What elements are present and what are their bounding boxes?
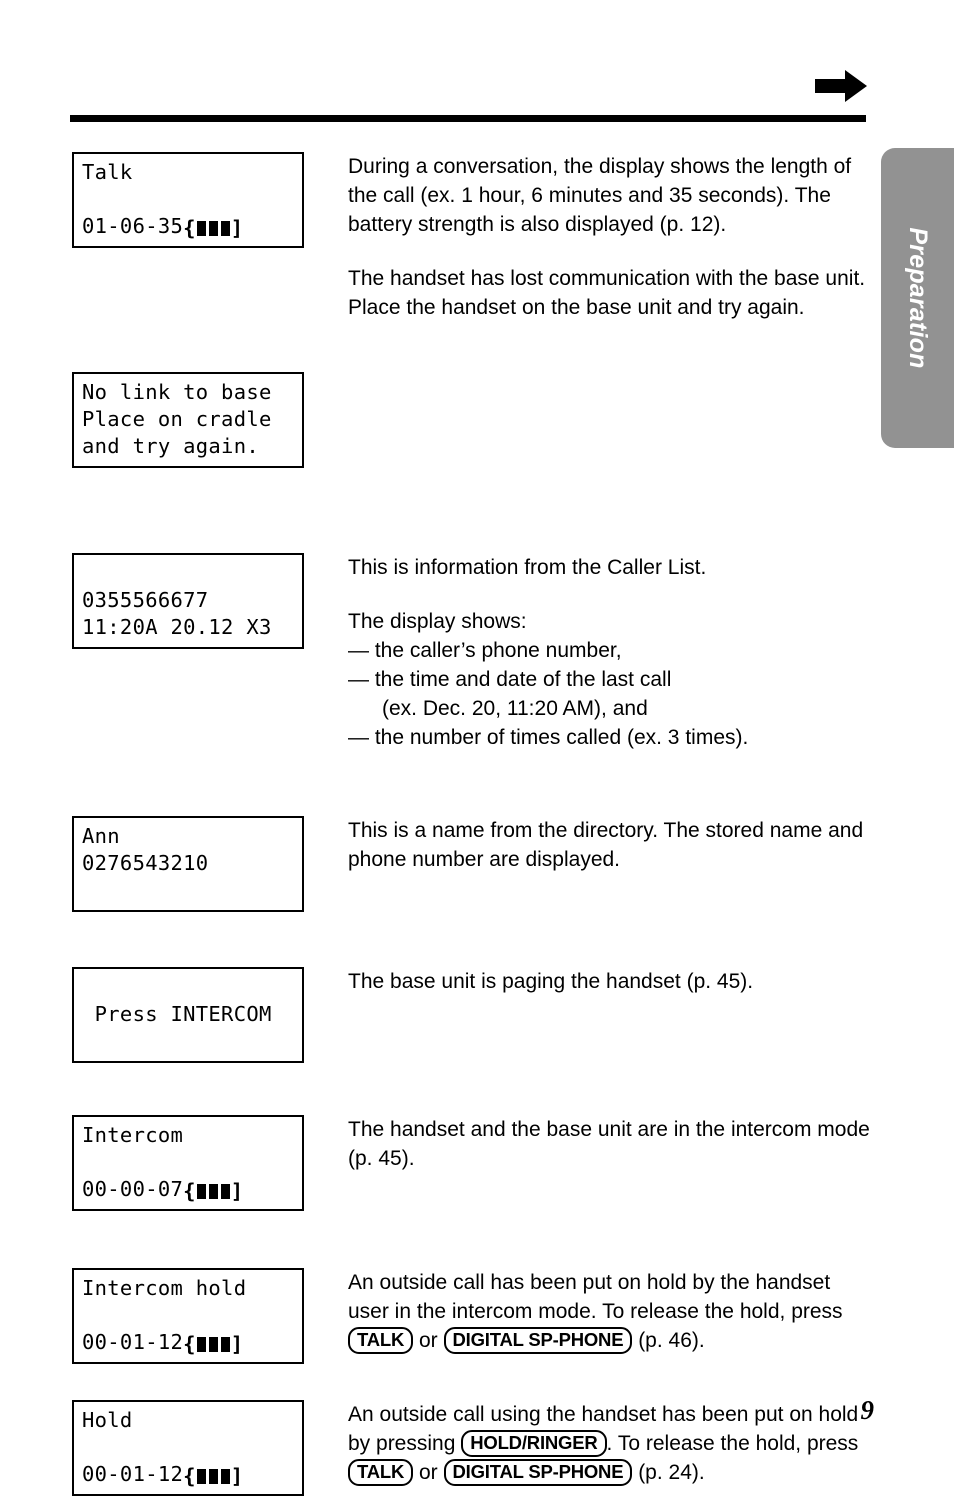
lcd-duration: 00-01-12 [82,1330,184,1354]
lcd-line [82,186,294,213]
paragraph-text: . To release the hold, press [606,1432,859,1455]
lcd-display-intercom-hold: Intercom hold 00-01-12{] [72,1268,304,1364]
lcd-line [82,877,294,904]
lcd-display-intercom: Intercom 00-00-07{] [72,1115,304,1211]
description-column: This is a name from the directory. The s… [348,816,880,874]
lcd-column: Press INTERCOM [72,967,304,1063]
lcd-column: Ann 0276543210 [72,816,304,912]
lcd-caller-number: 0355566677 [82,588,209,612]
lcd-line: Press INTERCOM [82,1002,272,1026]
lcd-line-with-battery: 01-06-35{] [82,213,294,240]
lcd-line-with-battery: 00-00-07{] [82,1176,294,1203]
entry-talk: Talk 01-06-35{] During a conversation, t… [0,152,880,322]
paragraph-text: An outside call has been put on hold by … [348,1271,843,1323]
lcd-line [82,1434,294,1461]
bullet-text: the caller’s phone number, [374,639,622,662]
lcd-display-talk: Talk 01-06-35{] [72,152,304,248]
battery-cells [196,1336,230,1352]
battery-icon: {] [183,1332,244,1356]
keycap-hold-ringer: HOLD/RINGER [461,1430,607,1457]
battery-cells [196,1468,230,1484]
content-area: Talk 01-06-35{] During a conversation, t… [0,140,880,1496]
description-column: An outside call has been put on hold by … [348,1268,880,1355]
paragraph: The handset and the base unit are in the… [348,1118,870,1170]
lcd-line: Intercom [82,1123,184,1147]
page-number: 9 [860,1395,875,1425]
lcd-column: 0355566677 11:20A 20.12 X3 [72,553,304,649]
right-arrow-icon [815,70,867,102]
keycap-digital-sp-phone: DIGITAL SP-PHONE [443,1459,633,1486]
paragraph: This is a name from the directory. The s… [348,819,864,871]
lcd-contact-name: Ann [82,824,120,848]
description-column: This is information from the Caller List… [348,553,880,752]
lcd-line-with-battery: 00-01-12{] [82,1329,294,1356]
paragraph: The base unit is paging the handset (p. … [348,970,754,993]
section-tab-preparation: Preparation [881,148,954,448]
paragraph: During a conversation, the display shows… [348,155,852,236]
description-column: The handset and the base unit are in the… [348,1115,880,1173]
entry-directory-name: Ann 0276543210 This is a name from the d… [0,816,880,912]
keycap-talk: TALK [348,1327,414,1354]
list-item: — the number of times called (ex. 3 time… [348,723,870,752]
lcd-caller-timestamp: 11:20A 20.12 X3 [82,615,272,639]
lcd-display-caller-list: 0355566677 11:20A 20.12 X3 [72,553,304,649]
battery-icon: {] [183,216,244,240]
bullet-dash: — [348,668,369,691]
list-item: — the caller’s phone number, [348,636,870,665]
paragraph-text: or [413,1329,444,1352]
battery-cells [196,220,230,236]
paragraph-text: (p. 46). [632,1329,705,1352]
lcd-display-directory: Ann 0276543210 [72,816,304,912]
lcd-column: No link to base Place on cradle and try … [72,372,304,468]
lcd-column: Intercom hold 00-01-12{] [72,1268,304,1364]
bullet-list: — the caller’s phone number, — the time … [348,636,870,752]
list-item: — the time and date of the last call (ex.… [348,665,870,723]
lcd-line: Talk [82,160,133,184]
lcd-line [82,974,294,1001]
entry-intercom: Intercom 00-00-07{] The handset and the … [0,1115,880,1211]
keycap-digital-sp-phone: DIGITAL SP-PHONE [443,1327,633,1354]
description-column: The base unit is paging the handset (p. … [348,967,880,996]
lcd-contact-number: 0276543210 [82,851,209,875]
paragraph: The display shows: [348,610,527,633]
lcd-line [82,1028,294,1055]
description-column: During a conversation, the display shows… [348,152,880,322]
lcd-line [82,1149,294,1176]
lcd-display-press-intercom: Press INTERCOM [72,967,304,1063]
entry-no-link-to-base: No link to base Place on cradle and try … [0,372,880,468]
battery-cells [196,1183,230,1199]
lcd-display-no-link: No link to base Place on cradle and try … [72,372,304,468]
header-rule [70,115,866,122]
paragraph-text: or [413,1461,444,1484]
battery-icon: {] [183,1179,244,1203]
keycap-talk: TALK [348,1459,414,1486]
lcd-line: No link to base [82,380,272,404]
paragraph-text: (p. 24). [632,1461,705,1484]
lcd-line: and try again. [82,434,259,458]
lcd-column: Talk 01-06-35{] [72,152,304,248]
lcd-line [82,560,294,587]
lcd-duration: 00-00-07 [82,1177,184,1201]
battery-icon: {] [183,1464,244,1488]
lcd-line: Place on cradle [82,407,272,431]
section-tab-label: Preparation [904,227,932,369]
lcd-line: Intercom hold [82,1276,247,1300]
bullet-dash: — [348,726,369,749]
paragraph: The handset has lost communication with … [348,267,866,319]
bullet-continuation: (ex. Dec. 20, 11:20 AM), and [382,697,648,720]
entry-caller-list: 0355566677 11:20A 20.12 X3 This is infor… [0,553,880,752]
paragraph: This is information from the Caller List… [348,556,707,579]
paragraph: An outside call has been put on hold by … [348,1268,870,1355]
lcd-column: Intercom 00-00-07{] [72,1115,304,1211]
lcd-duration: 01-06-35 [82,214,184,238]
bullet-text: the time and date of the last call [374,668,672,691]
lcd-line [82,1302,294,1329]
entry-intercom-hold: Intercom hold 00-01-12{] An outside call… [0,1268,880,1364]
entry-press-intercom: Press INTERCOM The base unit is paging t… [0,967,880,1063]
bullet-text: the number of times called (ex. 3 times)… [374,726,749,749]
bullet-dash: — [348,639,369,662]
lcd-duration: 00-01-12 [82,1462,184,1486]
